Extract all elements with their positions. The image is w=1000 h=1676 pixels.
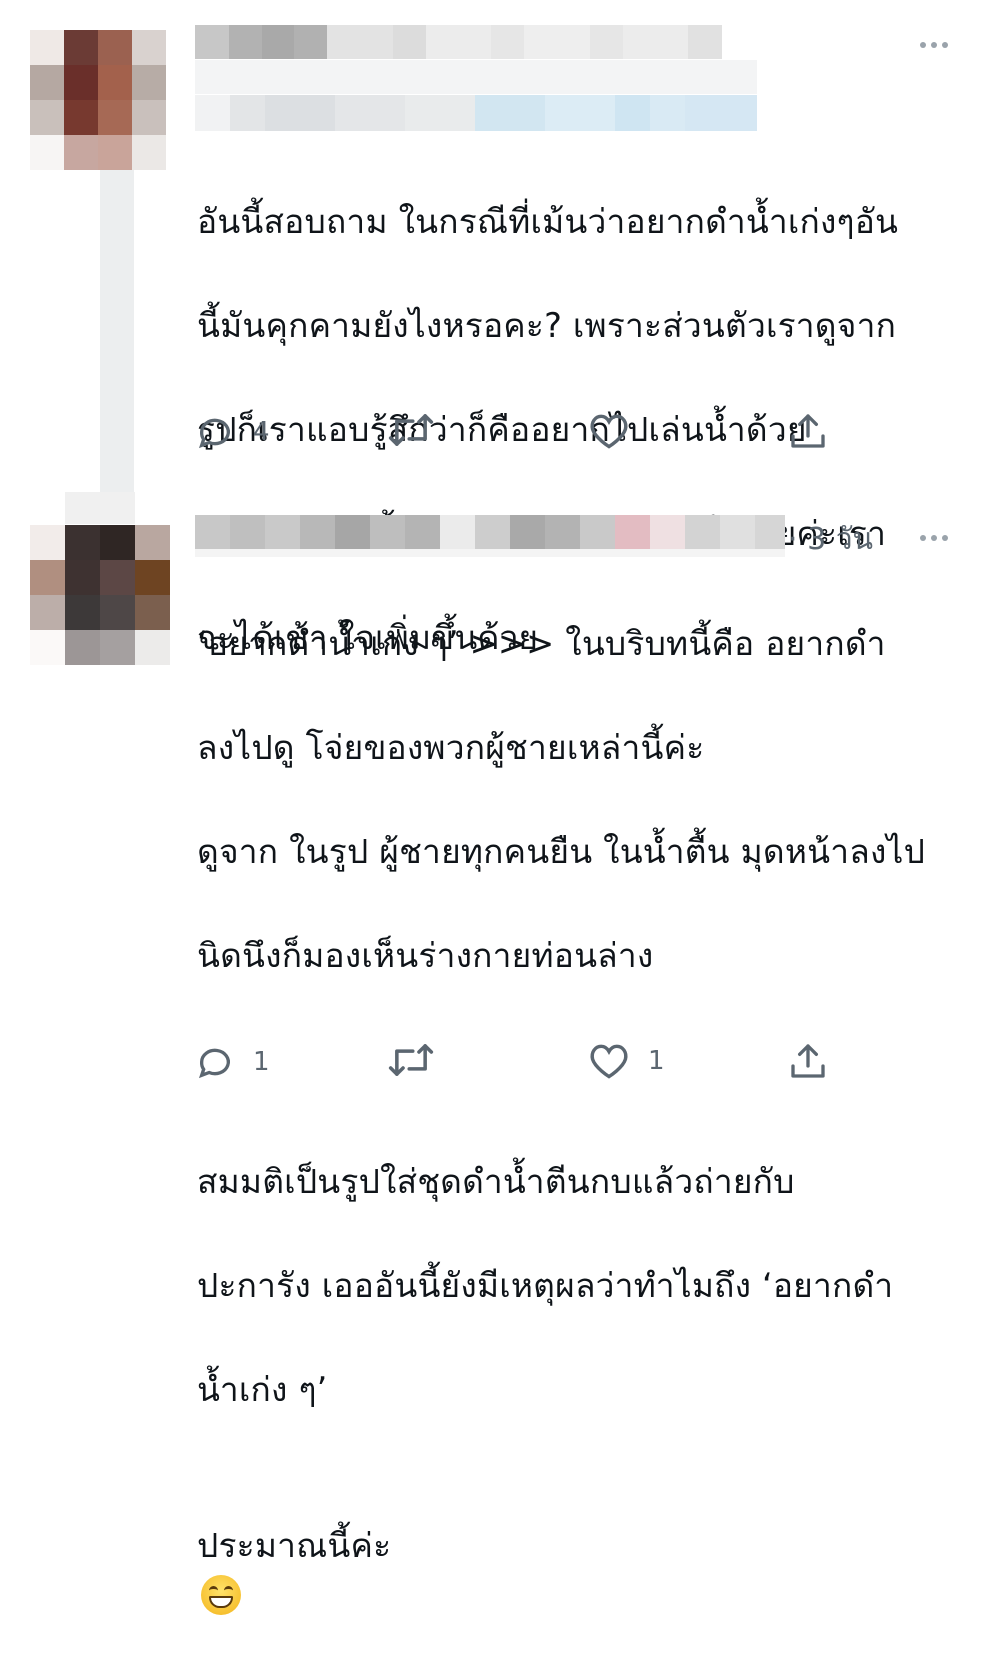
heart-icon bbox=[590, 1044, 628, 1079]
retweet-button[interactable] bbox=[388, 1040, 452, 1080]
retweet-icon bbox=[388, 1044, 434, 1076]
tweet-line-with-emoji: ประมาณนี้ค่ะ bbox=[197, 1468, 987, 1624]
reply-icon bbox=[198, 1048, 230, 1079]
like-button[interactable] bbox=[588, 412, 648, 450]
tweet-text: ‘อยากดำน้ำเก่ง ๆ’ >>> ในบริบทนี้คือ อยาก… bbox=[197, 566, 987, 1676]
tweet-line: น้ำเก่ง ๆ’ bbox=[197, 1370, 328, 1409]
tweet-line: ประมาณนี้ค่ะ bbox=[197, 1526, 392, 1565]
retweet-icon bbox=[388, 414, 434, 446]
tweet-line: ดูจาก ในรูป ผู้ชายทุกคนยืน ในน้ำตื้น มุด… bbox=[197, 832, 926, 871]
author-handle-blurred bbox=[195, 549, 785, 557]
more-options-icon[interactable] bbox=[920, 535, 948, 541]
share-icon bbox=[791, 414, 825, 448]
author-name-blurred[interactable] bbox=[195, 25, 722, 59]
tweet-line: สมมติเป็นรูปใส่ชุดดำน้ำตีนกบแล้วถ่ายกับ bbox=[197, 1162, 795, 1201]
share-icon bbox=[791, 1044, 825, 1078]
author-handle-blurred bbox=[195, 60, 757, 94]
like-button[interactable]: 1 bbox=[588, 1042, 665, 1080]
tweet-line: นิดนึงก็มองเห็นร่างกายท่อนล่าง bbox=[197, 936, 654, 975]
like-count: 1 bbox=[648, 1046, 665, 1076]
avatar[interactable] bbox=[30, 30, 166, 170]
tweet-line: ‘อยากดำน้ำเก่ง ๆ’ >>> ในบริบทนี้คือ อยาก… bbox=[197, 624, 886, 663]
tweet-line: อันนี้สอบถาม ในกรณีที่เม้นว่าอยากดำน้ำเก… bbox=[197, 202, 899, 241]
author-name-blurred[interactable] bbox=[195, 515, 785, 549]
tweet-timestamp[interactable]: · 3 วัน bbox=[788, 516, 873, 563]
reply-count: 4 bbox=[253, 417, 270, 447]
reply-button[interactable]: 1 bbox=[195, 1042, 270, 1082]
thread-connector-line bbox=[100, 140, 134, 500]
reply-icon bbox=[198, 418, 230, 449]
reply-to-blurred[interactable] bbox=[195, 95, 757, 131]
tweet-line: ปะการัง เอออันนี้ยังมีเหตุผลว่าทำไมถึง ‘… bbox=[197, 1266, 894, 1305]
grinning-face-icon bbox=[201, 1575, 241, 1615]
more-options-icon[interactable] bbox=[920, 42, 948, 48]
avatar-top-fade bbox=[65, 492, 135, 524]
reply-count: 1 bbox=[253, 1047, 270, 1077]
tweet-line: ลงไปดู โจ่ยของพวกผู้ชายเหล่านี้ค่ะ bbox=[197, 728, 705, 767]
retweet-button[interactable] bbox=[388, 410, 452, 450]
share-button[interactable] bbox=[788, 410, 828, 452]
tweet-line: นี้มันคุกคามยังไงหรอคะ? เพราะส่วนตัวเราด… bbox=[197, 306, 897, 345]
reply-button[interactable]: 4 bbox=[195, 412, 270, 452]
heart-icon bbox=[590, 414, 628, 449]
avatar[interactable] bbox=[30, 525, 170, 665]
share-button[interactable] bbox=[788, 1040, 828, 1082]
